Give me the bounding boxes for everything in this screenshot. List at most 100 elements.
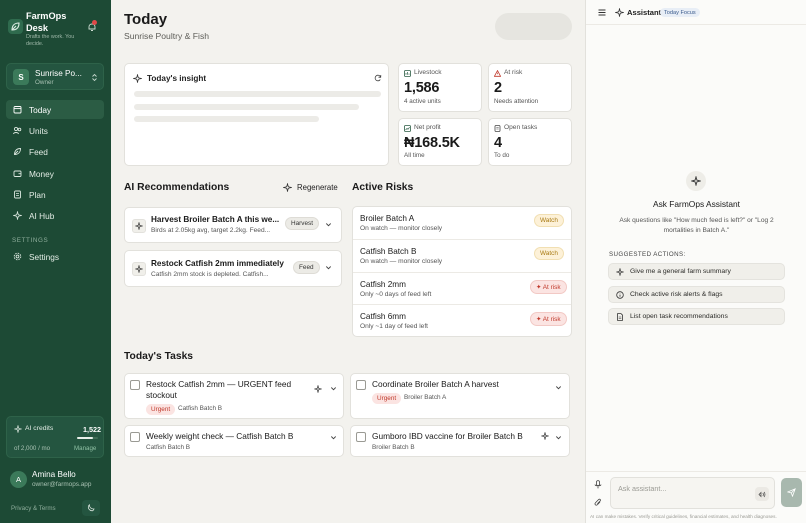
suggestion-label: Check active risk alerts & flags: [630, 291, 723, 298]
task-card[interactable]: Restock Catfish 2mm — URGENT feed stocko…: [124, 373, 344, 419]
stat-label: Net profit: [414, 124, 441, 131]
user-name: Amina Bello: [32, 470, 76, 479]
sidebar-item-label: Plan: [29, 189, 46, 200]
task-checkbox[interactable]: [356, 380, 366, 390]
chevron-down-icon[interactable]: [555, 434, 562, 441]
sparkle-icon: [133, 74, 142, 83]
assistant-empty-icon: [686, 171, 706, 191]
refresh-icon[interactable]: [374, 74, 382, 82]
chevron-down-icon[interactable]: [330, 385, 337, 392]
insight-loading-line: [134, 104, 359, 110]
task-card[interactable]: Gumboro IBD vaccine for Broiler Batch B …: [350, 425, 570, 457]
sidebar-item-plan[interactable]: Plan: [6, 185, 104, 204]
menu-icon[interactable]: [598, 9, 606, 16]
risk-row[interactable]: Catfish Batch B On watch — monitor close…: [353, 240, 571, 273]
sidebar-item-label: Units: [29, 125, 48, 136]
insight-title: Today's insight: [147, 74, 207, 83]
suggestion-task-recommendations[interactable]: List open task recommendations: [608, 308, 785, 325]
sidebar-item-ai-hub[interactable]: AI Hub: [6, 206, 104, 225]
sparkle-icon: [13, 211, 22, 220]
header-action-placeholder: [495, 13, 572, 40]
stat-value: 2: [494, 80, 502, 96]
task-checkbox[interactable]: [130, 432, 140, 442]
task-card[interactable]: Weekly weight check — Catfish Batch B Ca…: [124, 425, 344, 457]
sidebar-item-units[interactable]: Units: [6, 121, 104, 140]
task-title: Gumboro IBD vaccine for Broiler Batch B: [372, 431, 523, 441]
insight-loading-line: [134, 116, 319, 122]
assistant-title: Assistant: [627, 8, 662, 17]
recommendation-card[interactable]: Harvest Broiler Batch A this we... Birds…: [124, 207, 342, 243]
send-button[interactable]: [781, 478, 802, 507]
brand-name: FarmOps Desk: [26, 11, 67, 33]
privacy-link[interactable]: Privacy & Terms: [11, 505, 56, 512]
stat-sub: Needs attention: [494, 98, 539, 105]
voice-button[interactable]: [755, 487, 769, 501]
ai-credits-card: AI credits 1,522 of 2,000 / mo Manage: [6, 416, 104, 458]
stat-label: At risk: [504, 69, 523, 76]
sidebar-item-feed[interactable]: Feed: [6, 142, 104, 161]
manage-credits-link[interactable]: Manage: [74, 445, 96, 452]
task-checkbox[interactable]: [356, 432, 366, 442]
risk-desc: On watch — monitor closely: [360, 225, 443, 232]
feed-icon: [14, 148, 21, 155]
sidebar-item-label: AI Hub: [29, 210, 55, 221]
assistant-panel: Assistant Today Focus Ask FarmOps Assist…: [585, 0, 806, 523]
sparkle-icon: [135, 222, 143, 230]
stat-card-open-tasks: Open tasks 4 To do: [488, 118, 572, 166]
regenerate-label: Regenerate: [297, 183, 338, 192]
chevron-down-icon[interactable]: [325, 264, 332, 271]
task-urgent-tag: Urgent: [146, 404, 176, 415]
chevron-down-icon[interactable]: [325, 221, 332, 228]
attachment-icon[interactable]: [594, 498, 602, 507]
notification-dot: [92, 20, 97, 25]
risk-row[interactable]: Catfish 2mm Only ~0 days of feed left ✦ …: [353, 273, 571, 305]
stat-label: Open tasks: [504, 124, 538, 131]
task-unit: Broiler Batch B: [372, 444, 415, 451]
assistant-input-box[interactable]: Ask assistant...: [610, 477, 775, 509]
sidebar-item-label: Money: [29, 168, 54, 179]
farm-switcher[interactable]: S Sunrise Po... Owner: [6, 63, 104, 90]
risk-badge-watch: Watch: [534, 214, 564, 227]
risk-row[interactable]: Catfish 6mm Only ~1 day of feed left ✦ A…: [353, 305, 571, 336]
ai-credits-quota: of 2,000 / mo: [14, 445, 51, 452]
task-card[interactable]: Coordinate Broiler Batch A harvest Urgen…: [350, 373, 570, 419]
task-unit: Catfish Batch B: [146, 444, 191, 451]
task-title: Coordinate Broiler Batch A harvest: [372, 379, 499, 389]
suggestion-label: Give me a general farm summary: [630, 268, 731, 275]
risk-badge-watch: Watch: [534, 247, 564, 260]
task-checkbox[interactable]: [130, 380, 140, 390]
sidebar-item-money[interactable]: Money: [6, 164, 104, 183]
regenerate-button[interactable]: Regenerate: [283, 183, 338, 192]
chevron-down-icon[interactable]: [555, 384, 562, 391]
task-urgent-tag: Urgent: [372, 393, 402, 404]
warning-icon: [494, 70, 501, 77]
recommendation-title: Restock Catfish 2mm immediately: [151, 259, 284, 268]
risk-desc: Only ~1 day of feed left: [360, 323, 428, 330]
recommendation-icon-box: [132, 262, 146, 276]
risk-desc: On watch — monitor closely: [360, 258, 443, 265]
assistant-input-placeholder: Ask assistant...: [618, 484, 667, 493]
gear-icon: [13, 252, 22, 261]
chevron-down-icon[interactable]: [330, 434, 337, 441]
assistant-empty-desc: Ask questions like "How much feed is lef…: [619, 217, 774, 234]
sidebar-item-today[interactable]: Today: [6, 100, 104, 119]
farm-name: Sunrise Po...: [35, 69, 82, 78]
brand-logo: [8, 19, 23, 34]
risk-row[interactable]: Broiler Batch A On watch — monitor close…: [353, 207, 571, 240]
user-profile[interactable]: A Amina Bello owner@farmops.app: [6, 466, 104, 492]
sparkle-icon: [616, 267, 624, 276]
calendar-icon: [13, 106, 22, 114]
notifications-button[interactable]: [87, 20, 97, 32]
suggestion-farm-summary[interactable]: Give me a general farm summary: [608, 263, 785, 280]
sidebar-item-settings[interactable]: Settings: [6, 247, 104, 266]
ai-credits-value: 1,522: [83, 425, 101, 434]
recommendation-card[interactable]: Restock Catfish 2mm immediately Catfish …: [124, 250, 342, 287]
suggested-heading: SUGGESTED ACTIONS:: [609, 251, 686, 258]
task-unit: Catfish Batch B: [178, 405, 223, 412]
stat-value: ₦168.5K: [404, 135, 460, 151]
risk-name: Catfish 2mm: [360, 280, 406, 289]
document-icon: [617, 312, 623, 321]
suggestion-risk-alerts[interactable]: Check active risk alerts & flags: [608, 286, 785, 303]
theme-toggle[interactable]: [82, 500, 100, 516]
microphone-icon[interactable]: [594, 480, 602, 489]
